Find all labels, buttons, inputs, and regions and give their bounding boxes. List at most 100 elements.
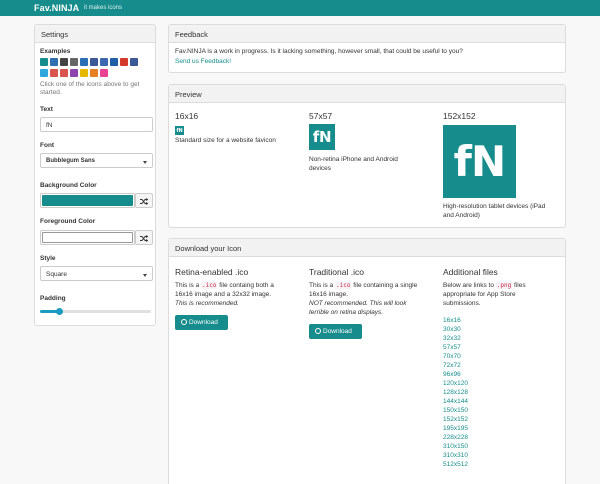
purple-example-icon[interactable] — [70, 69, 78, 77]
png-size-link[interactable]: 32x32 — [443, 334, 468, 343]
settings-title: Settings — [41, 30, 69, 39]
png-size-link[interactable]: 128x128 — [443, 388, 468, 397]
top-navbar: Fav.NINJA it makes icons — [0, 0, 600, 16]
preview-152-icon: fN — [443, 125, 516, 198]
traditional-ico-warning-2: terrible on retina displays. — [309, 309, 384, 316]
examples-row-2 — [40, 69, 108, 77]
preview-16-desc: Standard size for a website favicon — [175, 137, 276, 144]
padding-slider-handle[interactable] — [56, 308, 64, 315]
font-select-value: Bubblegum Sans — [46, 158, 96, 164]
download-panel: Download your Icon Retina-enabled .ico T… — [168, 238, 566, 484]
t-example-icon[interactable] — [80, 58, 88, 66]
background-color-label: Background Color — [40, 182, 97, 189]
download-header: Download your Icon — [169, 239, 565, 257]
l-example-icon[interactable] — [90, 58, 98, 66]
download-retina-label: Download — [189, 319, 218, 326]
png-size-link[interactable]: 30x30 — [443, 325, 468, 334]
foreground-color-label: Foreground Color — [40, 218, 96, 225]
d-example-icon[interactable] — [60, 58, 68, 66]
examples-help-text-2: started. — [40, 89, 62, 96]
png-size-link[interactable]: 228x228 — [443, 433, 468, 442]
png-size-link[interactable]: 72x72 — [443, 361, 468, 370]
foreground-color-swatch — [42, 232, 133, 243]
shuffle-icon — [140, 197, 148, 205]
traditional-ico-heading: Traditional .ico — [309, 267, 364, 277]
png-size-link[interactable]: 16x16 — [443, 316, 468, 325]
b-example-icon[interactable] — [100, 58, 108, 66]
feedback-header: Feedback — [169, 25, 565, 43]
text-label: Text — [40, 106, 53, 113]
preview-panel: Preview 16x16 fN Standard size for a web… — [168, 84, 566, 228]
png-size-link[interactable]: 512x512 — [443, 460, 468, 469]
book-example-icon[interactable] — [50, 58, 58, 66]
feedback-panel: Feedback Fav.NINJA is a work in progress… — [168, 24, 566, 73]
preview-title: Preview — [175, 90, 202, 99]
text-input[interactable]: fN — [40, 117, 153, 132]
traditional-ico-desc-1: This is a .ico file containing a single — [309, 282, 418, 289]
retina-ico-recommendation: This is recommended. — [175, 300, 239, 307]
png-size-link[interactable]: 57x57 — [443, 343, 468, 352]
chevron-down-icon — [143, 274, 147, 277]
png-size-link[interactable]: 152x152 — [443, 415, 468, 424]
preview-header: Preview — [169, 85, 565, 103]
preview-152-desc-1: High-resolution tablet devices (iPad — [443, 203, 546, 210]
m-example-icon[interactable] — [70, 58, 78, 66]
png-size-link[interactable]: 96x96 — [443, 370, 468, 379]
preview-152-heading: 152x152 — [443, 111, 476, 121]
red-example-icon[interactable] — [50, 69, 58, 77]
pink-example-icon[interactable] — [100, 69, 108, 77]
f-example-icon[interactable] — [130, 58, 138, 66]
send-feedback-link[interactable]: Send us Feedback! — [175, 57, 231, 66]
png-size-link[interactable]: 144x144 — [443, 397, 468, 406]
brand-tagline: it makes icons — [84, 5, 123, 11]
png-size-link[interactable]: 70x70 — [443, 352, 468, 361]
preview-16-heading: 16x16 — [175, 111, 199, 121]
background-color-swatch — [42, 195, 133, 206]
png-size-links: 16x16 30x30 32x32 57x57 70x70 72x72 96x96 120x1… — [443, 316, 468, 469]
chevron-down-icon — [143, 161, 147, 164]
additional-files-desc-1: Below are links to .png files — [443, 282, 526, 289]
preview-152-desc-2: and Android) — [443, 212, 480, 219]
download-traditional-button[interactable]: Download — [309, 324, 362, 339]
text-input-value: fN — [46, 122, 53, 129]
feedback-title: Feedback — [175, 30, 208, 39]
red-circle-example-icon[interactable] — [120, 58, 128, 66]
traditional-ico-warning-1: NOT recommended. This will look — [309, 300, 407, 307]
png-size-link[interactable]: 195x195 — [443, 424, 468, 433]
settings-header: Settings — [35, 25, 155, 43]
download-icon — [181, 319, 187, 325]
foreground-shuffle-button[interactable] — [135, 230, 153, 245]
png-size-link[interactable]: 310x150 — [443, 442, 468, 451]
png-size-link[interactable]: 120x120 — [443, 379, 468, 388]
style-label: Style — [40, 255, 56, 262]
background-shuffle-button[interactable] — [135, 193, 153, 208]
foreground-color-input[interactable] — [40, 230, 135, 245]
dash-example-icon[interactable] — [110, 58, 118, 66]
preview-57-icon: fN — [309, 124, 335, 150]
download-title: Download your Icon — [175, 244, 242, 253]
padding-label: Padding — [40, 295, 66, 302]
font-select[interactable]: Bubblegum Sans — [40, 153, 153, 168]
orange-example-icon[interactable] — [90, 69, 98, 77]
additional-files-desc-2: appropriate for App Store — [443, 291, 516, 298]
preview-57-desc-1: Non-retina iPhone and Android — [309, 156, 398, 163]
png-size-link[interactable]: 150x150 — [443, 406, 468, 415]
png-size-link[interactable]: 310x310 — [443, 451, 468, 460]
traditional-ico-desc-2: 16x16 image. — [309, 291, 349, 298]
fn-example-icon[interactable] — [40, 58, 48, 66]
brand-logo[interactable]: Fav.NINJA — [34, 3, 79, 13]
font-label: Font — [40, 142, 55, 149]
blue-example-icon[interactable] — [40, 69, 48, 77]
yellow-example-icon[interactable] — [80, 69, 88, 77]
style-select[interactable]: Square — [40, 266, 153, 281]
settings-panel: Settings Examples Click one of the icons… — [34, 24, 156, 326]
style-select-value: Square — [46, 271, 67, 278]
background-color-input[interactable] — [40, 193, 135, 208]
download-retina-button[interactable]: Download — [175, 315, 228, 330]
retina-ico-heading: Retina-enabled .ico — [175, 267, 249, 277]
retina-ico-desc-2: 16x16 image and a 32x32 image. — [175, 291, 272, 298]
preview-57-desc-2: devices — [309, 165, 332, 172]
additional-files-desc-3: submissions. — [443, 300, 481, 307]
e-example-icon[interactable] — [60, 69, 68, 77]
additional-files-heading: Additional files — [443, 267, 498, 277]
